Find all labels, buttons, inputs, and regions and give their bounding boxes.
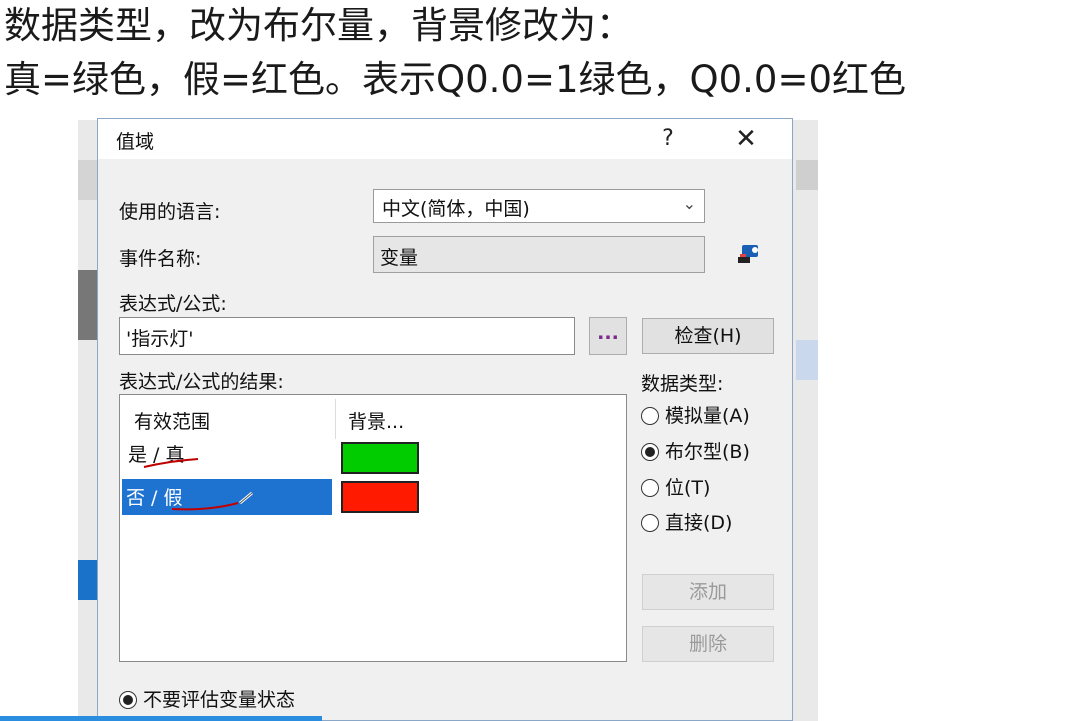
delete-button[interactable]: 删除 xyxy=(642,626,774,662)
data-type-label: 数据类型: xyxy=(641,373,724,395)
row-true-color-swatch[interactable] xyxy=(341,442,419,474)
instruction-line-1: 数据类型，改为布尔量，背景修改为： xyxy=(4,4,633,47)
dialog-title: 值域 xyxy=(116,131,155,153)
language-select[interactable]: 中文(简体，中国) ⌄ xyxy=(373,189,705,223)
radio-direct[interactable]: 直接(D) xyxy=(641,508,732,535)
row-false-color-swatch[interactable] xyxy=(341,481,419,513)
event-name-field: 变量 xyxy=(373,236,705,273)
column-header-background[interactable]: 背景... xyxy=(348,407,404,434)
language-select-value: 中文(简体，中国) xyxy=(382,198,530,220)
check-button[interactable]: 检查(H) xyxy=(642,318,774,354)
results-label: 表达式/公式的结果: xyxy=(119,371,284,393)
radio-bit-label: 位(T) xyxy=(665,477,711,499)
value-range-dialog: 值域 ? ✕ 使用的语言: 中文(简体，中国) ⌄ 事件名称: 变量 表达式/公… xyxy=(97,118,793,721)
radio-direct-label: 直接(D) xyxy=(665,512,733,534)
radio-boolean-label: 布尔型(B) xyxy=(665,441,750,463)
background-row xyxy=(796,340,818,380)
instruction-line-2: 真=绿色，假=红色。表示Q0.0=1绿色，Q0.0=0红色 xyxy=(4,58,907,101)
annotation-underline-2 xyxy=(171,491,253,511)
video-progress-bar[interactable] xyxy=(0,716,322,721)
chevron-down-icon: ⌄ xyxy=(682,194,696,213)
radio-analog[interactable]: 模拟量(A) xyxy=(641,401,750,428)
language-label: 使用的语言: xyxy=(119,201,221,223)
help-button[interactable]: ? xyxy=(648,121,688,157)
expression-value: '指示灯' xyxy=(126,328,194,350)
expression-label: 表达式/公式: xyxy=(119,293,227,315)
radio-no-evaluate-status[interactable]: 不要评估变量状态 xyxy=(119,685,295,712)
browse-button[interactable]: ... xyxy=(589,317,627,355)
column-header-range[interactable]: 有效范围 xyxy=(134,407,210,434)
radio-analog-indicator xyxy=(641,407,659,425)
background-selection xyxy=(78,560,98,600)
dialog-titlebar: 值域 ? ✕ xyxy=(98,119,792,159)
expression-input[interactable]: '指示灯' xyxy=(119,317,575,355)
radio-direct-indicator xyxy=(641,514,659,532)
radio-no-evaluate-indicator xyxy=(119,691,137,709)
results-table: 有效范围 背景... 是 / 真 否 / 假 xyxy=(119,394,627,662)
annotation-underline-1 xyxy=(143,458,199,468)
radio-bit[interactable]: 位(T) xyxy=(641,473,710,500)
event-name-value: 变量 xyxy=(380,247,419,269)
tag-selector-icon[interactable] xyxy=(736,242,762,266)
event-name-label: 事件名称: xyxy=(119,248,202,270)
radio-boolean[interactable]: 布尔型(B) xyxy=(641,437,750,464)
close-button[interactable]: ✕ xyxy=(726,121,766,157)
add-button[interactable]: 添加 xyxy=(642,574,774,610)
background-panel xyxy=(78,270,98,340)
radio-bit-indicator xyxy=(641,479,659,497)
column-divider[interactable] xyxy=(335,399,336,439)
radio-analog-label: 模拟量(A) xyxy=(665,405,750,427)
radio-boolean-indicator xyxy=(641,443,659,461)
background-dropdown xyxy=(796,160,818,190)
background-toolbar xyxy=(78,160,98,200)
radio-no-evaluate-label: 不要评估变量状态 xyxy=(143,689,296,711)
